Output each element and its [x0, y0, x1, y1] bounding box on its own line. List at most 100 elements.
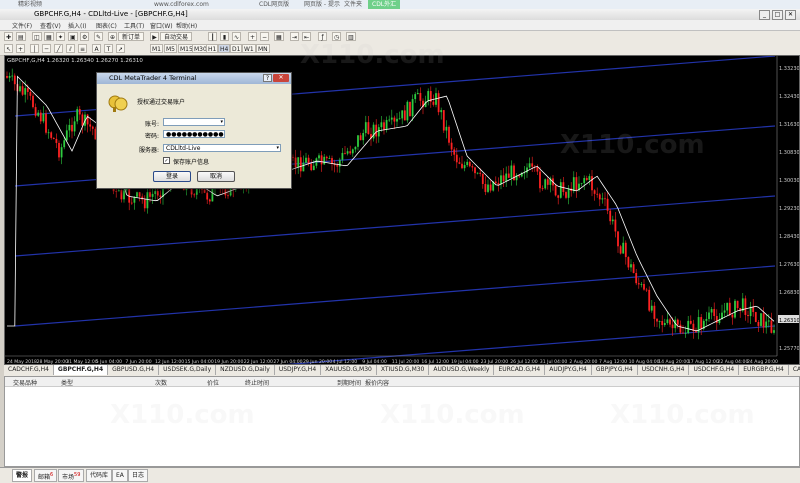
menu-window[interactable]: 窗口(W) [150, 21, 173, 30]
text-icon[interactable]: A [92, 44, 101, 53]
tile-windows-icon[interactable]: ▦ [274, 32, 284, 41]
dialog-close-icon[interactable]: ✕ [273, 74, 289, 82]
chevron-down-icon[interactable]: ▾ [276, 145, 279, 152]
zoom-out-icon[interactable]: − [260, 32, 270, 41]
chart-tab[interactable]: CADCH [789, 365, 800, 375]
save-account-checkbox[interactable]: ✓ [163, 157, 170, 164]
chart-tab[interactable]: USDSEK.G,Daily [159, 365, 217, 375]
browser-tab[interactable]: CDL网页版 [255, 0, 293, 9]
col-type[interactable]: 类型 [61, 378, 73, 387]
col-message[interactable]: 报价内容 [365, 378, 389, 387]
chart-tab[interactable]: AUDUSD.G,Weekly [429, 365, 495, 375]
col-expiry[interactable]: 到期时间 [337, 378, 361, 387]
col-end-time[interactable]: 终止时间 [245, 378, 269, 387]
chart-tab[interactable]: XTIUSD.G,M30 [377, 365, 430, 375]
chart-tab[interactable]: GBPUSD.G,H4 [108, 365, 160, 375]
server-select[interactable]: CDLltd-Live ▾ [163, 144, 281, 152]
timeframe-m5[interactable]: M5 [164, 44, 177, 53]
browser-tab[interactable]: 文件夹 [340, 0, 366, 9]
browser-tab[interactable]: www.cdlforex.com [150, 0, 213, 9]
periods-icon[interactable]: ◷ [332, 32, 342, 41]
menu-tools[interactable]: 工具(T) [124, 21, 144, 30]
help-icon[interactable]: ? [263, 74, 272, 82]
auto-trade-icon[interactable]: ▶ [150, 32, 159, 41]
login-button[interactable]: 登录 [153, 171, 191, 182]
chart-tab[interactable]: GBPCHF.G,H4 [53, 365, 109, 375]
indicators-icon[interactable]: ƒ [318, 32, 327, 41]
chart-tab[interactable]: USDJPY.G,H4 [275, 365, 322, 375]
navigator-icon[interactable]: ✦ [56, 32, 66, 41]
candle-body [47, 132, 50, 134]
tab-experts[interactable]: EA [112, 469, 128, 482]
chevron-down-icon[interactable]: ▾ [220, 119, 223, 126]
timeframe-d1[interactable]: D1 [230, 44, 243, 53]
tester-icon[interactable]: ⚙ [80, 32, 90, 41]
chart-tab[interactable]: GBPJPY.G,H4 [592, 365, 638, 375]
timeframe-h4[interactable]: H4 [218, 44, 231, 53]
market-watch-icon[interactable]: ◫ [32, 32, 42, 41]
chart-tab[interactable]: USDCNH.G,H4 [638, 365, 690, 375]
new-order-icon[interactable]: ⊕ [108, 32, 118, 41]
col-count[interactable]: 次数 [155, 378, 167, 387]
crosshair-icon[interactable]: + [16, 44, 26, 53]
autoscroll-icon[interactable]: ⇥ [290, 32, 300, 41]
chart-tab[interactable]: NZDUSD.G,Daily [216, 365, 275, 375]
timeframe-h1[interactable]: H1 [206, 44, 219, 53]
candle-body [580, 183, 583, 184]
tab-mailbox[interactable]: 邮箱6 [34, 469, 58, 482]
templates-icon[interactable]: ▥ [346, 32, 356, 41]
candle-body [385, 120, 388, 130]
timeframe-m1[interactable]: M1 [150, 44, 163, 53]
tab-alerts[interactable]: 警报 [12, 469, 33, 482]
terminal-icon[interactable]: ▣ [68, 32, 78, 41]
candle-body [617, 231, 619, 247]
label-icon[interactable]: T [104, 44, 113, 53]
chart-shift-icon[interactable]: ⇤ [302, 32, 312, 41]
chart-tab[interactable]: CADCHF.G,H4 [4, 365, 54, 375]
arrow-icon[interactable]: ➚ [116, 44, 126, 53]
timeframe-w1[interactable]: W1 [242, 44, 256, 53]
col-price[interactable]: 价位 [207, 378, 219, 387]
chart-tab[interactable]: AUDJPY.G,H4 [545, 365, 592, 375]
candle-body [731, 314, 734, 318]
account-field[interactable]: ▾ [163, 118, 225, 126]
auto-trade-button[interactable]: 自动交易 [160, 32, 193, 41]
chart-tab[interactable]: EURCAD.G,H4 [494, 365, 546, 375]
chart-tab[interactable]: EURGBP.G,H4 [739, 365, 789, 375]
password-field[interactable]: ●●●●●●●●●●● [163, 130, 225, 138]
candle-chart-icon[interactable]: ▮ [220, 32, 229, 41]
horizontal-line-icon[interactable]: ─ [42, 44, 51, 53]
trendline-icon[interactable]: ╱ [54, 44, 63, 53]
browser-tab[interactable]: 网页版 - 提示 [300, 0, 344, 9]
minimize-icon[interactable]: _ [759, 10, 770, 20]
timeframe-mn[interactable]: MN [256, 44, 270, 53]
new-order-button[interactable]: 新订单 [118, 32, 145, 41]
chart-tab[interactable]: USDCHF.G,H4 [689, 365, 740, 375]
metaeditor-icon[interactable]: ✎ [94, 32, 104, 41]
menu-chart[interactable]: 图表(C) [96, 21, 117, 30]
new-chart-icon[interactable]: ✚ [4, 32, 14, 41]
tab-journal[interactable]: 日志 [128, 469, 149, 482]
browser-tab[interactable]: 精彩视频 [14, 0, 46, 9]
bar-chart-icon[interactable]: ┃ [208, 32, 217, 41]
fibonacci-icon[interactable]: ≡ [78, 44, 88, 53]
channel-icon[interactable]: ⫽ [66, 44, 75, 53]
menu-file[interactable]: 文件(F) [12, 21, 32, 30]
menu-insert[interactable]: 插入(I) [68, 21, 86, 30]
chart-tab[interactable]: XAUUSD.G,M30 [321, 365, 377, 375]
menu-help[interactable]: 帮助(H) [176, 21, 197, 30]
col-symbol[interactable]: 交易品种 [13, 378, 37, 387]
menu-view[interactable]: 查看(V) [40, 21, 61, 30]
close-icon[interactable]: ✕ [785, 10, 796, 20]
vertical-line-icon[interactable]: │ [30, 44, 39, 53]
profiles-icon[interactable]: ▤ [16, 32, 26, 41]
tab-code-base[interactable]: 代码库 [86, 469, 113, 482]
cursor-icon[interactable]: ↖ [4, 44, 14, 53]
data-window-icon[interactable]: ▦ [44, 32, 54, 41]
maximize-icon[interactable]: □ [772, 10, 783, 20]
tab-market[interactable]: 市场59 [58, 469, 85, 482]
line-chart-icon[interactable]: ∿ [232, 32, 242, 41]
zoom-in-icon[interactable]: + [248, 32, 258, 41]
browser-tab-active[interactable]: CDL外汇 [368, 0, 401, 9]
cancel-button[interactable]: 取消 [197, 171, 235, 182]
